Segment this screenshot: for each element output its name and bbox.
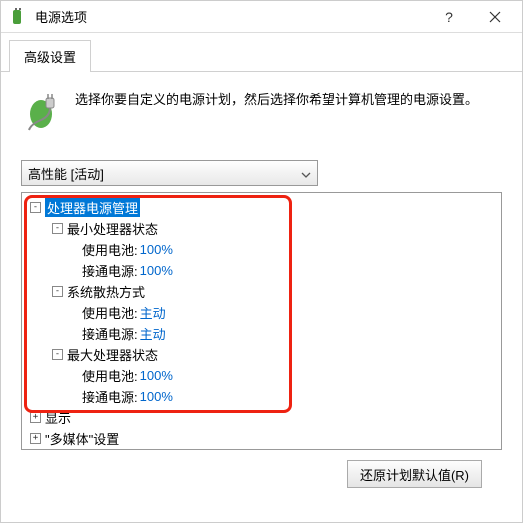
tree-leaf-cooling-battery[interactable]: 使用电池: 主动 [24,302,499,323]
leaf-value[interactable]: 主动 [140,303,166,322]
restore-defaults-button[interactable]: 还原计划默认值(R) [347,460,482,488]
leaf-value[interactable]: 100% [140,389,173,404]
expand-icon[interactable]: + [30,433,41,444]
chevron-down-icon [301,166,311,181]
tree-node-cooling[interactable]: - 系统散热方式 [24,281,499,302]
tree-node-max-processor[interactable]: - 最大处理器状态 [24,344,499,365]
expand-icon[interactable]: + [30,412,41,423]
leaf-value[interactable]: 100% [140,263,173,278]
leaf-label: 接通电源: [82,324,138,343]
leaf-value[interactable]: 100% [140,368,173,383]
leaf-label: 接通电源: [82,261,138,280]
tree-leaf-max-battery[interactable]: 使用电池: 100% [24,365,499,386]
collapse-icon[interactable]: - [52,223,63,234]
window-title: 电源选项 [35,7,426,26]
combo-selected-text: 高性能 [活动] [28,164,104,183]
tree-label: "多媒体"设置 [45,429,119,448]
leaf-label: 接通电源: [82,387,138,406]
tree-label: 最小处理器状态 [67,219,158,238]
collapse-icon[interactable]: - [30,202,41,213]
leaf-label: 使用电池: [82,366,138,385]
power-plan-combobox[interactable]: 高性能 [活动] [21,160,318,186]
settings-tree[interactable]: - 处理器电源管理 - 最小处理器状态 使用电池: 100% 接通电源: 100… [21,192,502,450]
collapse-icon[interactable]: - [52,349,63,360]
tree-node-min-processor[interactable]: - 最小处理器状态 [24,218,499,239]
content-area: 选择你要自定义的电源计划，然后选择你希望计算机管理的电源设置。 高性能 [活动]… [1,72,522,522]
tree-leaf-min-ac[interactable]: 接通电源: 100% [24,260,499,281]
tree-leaf-cooling-ac[interactable]: 接通电源: 主动 [24,323,499,344]
tree-label: 处理器电源管理 [45,198,140,217]
tree-node-processor-power[interactable]: - 处理器电源管理 [24,197,499,218]
close-button[interactable] [472,2,518,32]
leaf-value[interactable]: 主动 [140,324,166,343]
tree-leaf-min-battery[interactable]: 使用电池: 100% [24,239,499,260]
titlebar: 电源选项 ? [1,1,522,32]
description-text: 选择你要自定义的电源计划，然后选择你希望计算机管理的电源设置。 [75,90,478,111]
tab-advanced-settings[interactable]: 高级设置 [9,40,91,72]
tree-node-display[interactable]: + 显示 [24,407,499,428]
description-row: 选择你要自定义的电源计划，然后选择你希望计算机管理的电源设置。 [21,90,502,132]
tree-leaf-max-ac[interactable]: 接通电源: 100% [24,386,499,407]
leaf-label: 使用电池: [82,303,138,322]
power-options-window: 电源选项 ? 高级设置 选择你要自定义的电源计划，然后选择你希望计算机管理的电源… [0,0,523,523]
leaf-label: 使用电池: [82,240,138,259]
tree-label: 最大处理器状态 [67,345,158,364]
tree-label: 显示 [45,408,71,427]
tab-strip: 高级设置 [1,35,522,72]
help-button[interactable]: ? [426,2,472,32]
footer: 还原计划默认值(R) [21,450,502,504]
tree-node-multimedia[interactable]: + "多媒体"设置 [24,428,499,449]
power-plug-icon [21,90,63,132]
collapse-icon[interactable]: - [52,286,63,297]
tree-label: 系统散热方式 [67,282,145,301]
app-icon [9,8,27,26]
leaf-value[interactable]: 100% [140,242,173,257]
titlebar-separator [1,32,522,33]
